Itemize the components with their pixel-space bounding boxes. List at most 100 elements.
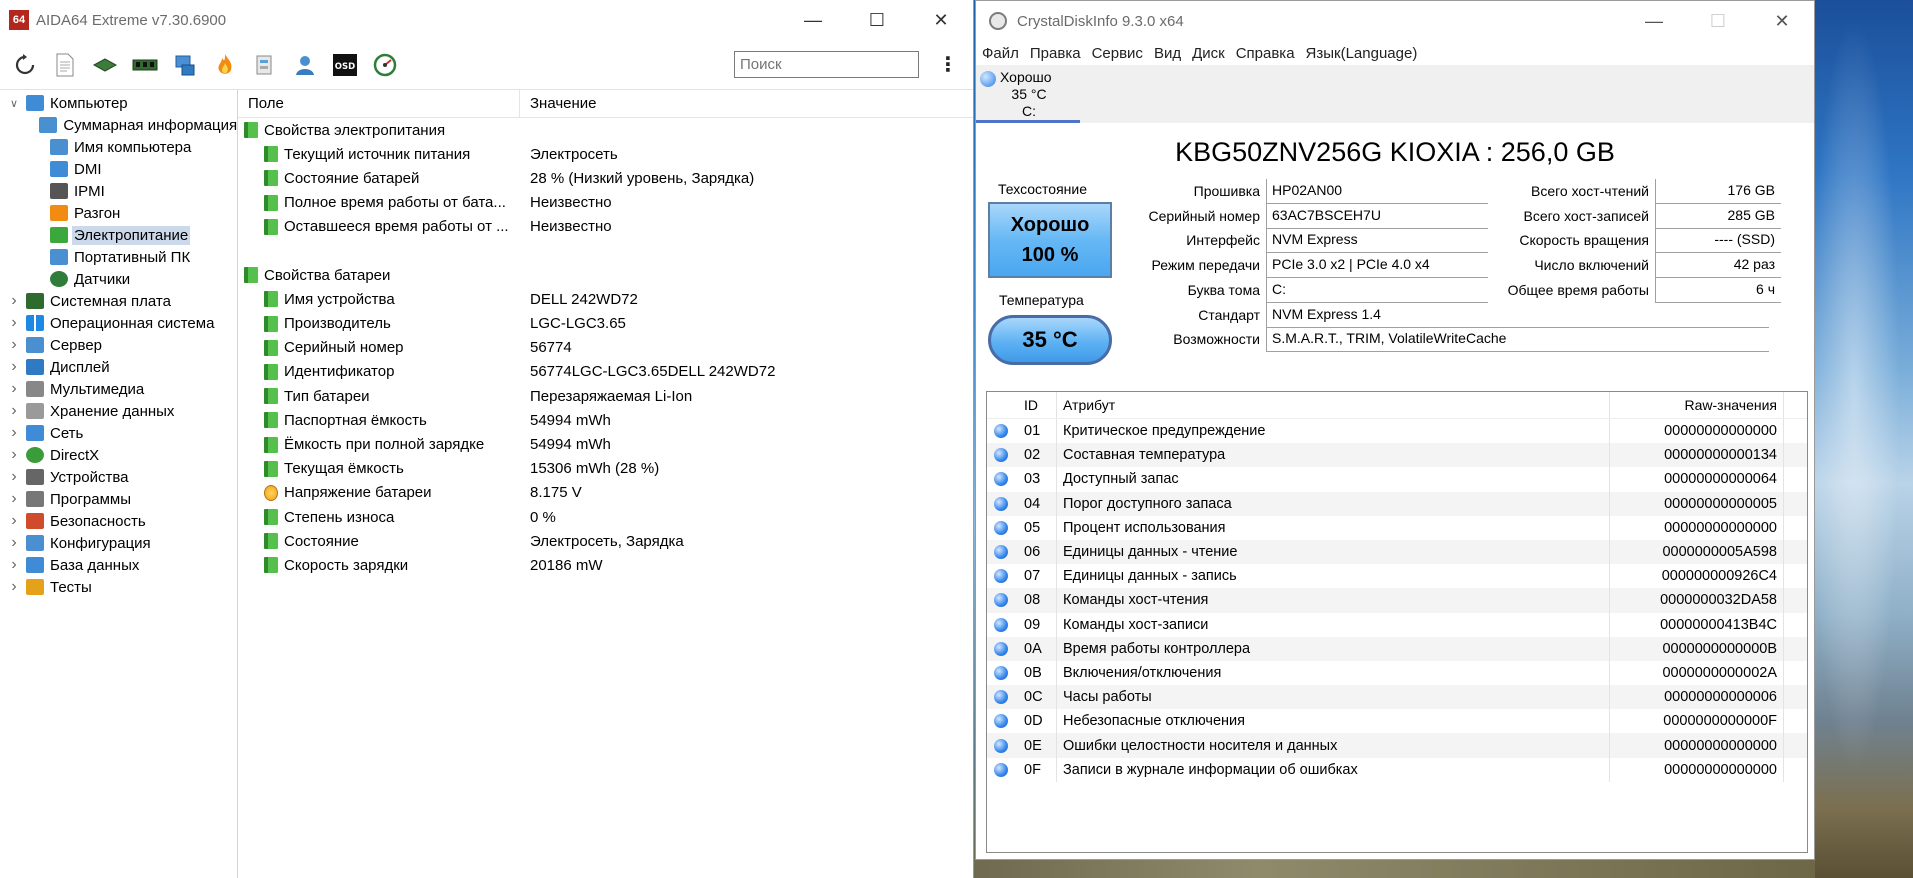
tree-item-config[interactable]: › Конфигурация — [0, 532, 237, 554]
cdi-close-button[interactable]: ✕ — [1750, 1, 1814, 41]
expand-right-icon[interactable]: › — [6, 424, 22, 442]
grid-row[interactable]: Текущая ёмкость 15306 mWh (28 %) — [238, 457, 973, 481]
tree-item-power[interactable]: ›Электропитание — [0, 224, 237, 246]
grid-row[interactable]: Имя устройства DELL 242WD72 — [238, 287, 973, 311]
minimize-button[interactable]: — — [781, 0, 845, 40]
expand-right-icon[interactable]: › — [6, 512, 22, 530]
grid-group-row[interactable]: Свойства батареи — [238, 263, 973, 287]
grid-row[interactable]: Тип батареи Перезаряжаемая Li-Ion — [238, 384, 973, 408]
report-icon[interactable] — [52, 52, 78, 78]
health-status-button[interactable]: Хорошо 100 % — [988, 202, 1112, 278]
expand-down-icon[interactable]: ∨ — [6, 97, 22, 110]
expand-right-icon[interactable]: › — [6, 534, 22, 552]
grid-row[interactable]: Ёмкость при полной зарядке 54994 mWh — [238, 432, 973, 456]
grid-row[interactable]: Напряжение батареи 8.175 V — [238, 481, 973, 505]
tree-item-dmi[interactable]: ›DMI — [0, 158, 237, 180]
tree-item-server[interactable]: › Сервер — [0, 334, 237, 356]
attr-row[interactable]: 0E Ошибки целостности носителя и данных 00… — [987, 733, 1807, 758]
user-icon[interactable] — [292, 52, 318, 78]
osd-icon[interactable]: OSD — [332, 52, 358, 78]
tree-item-laptop[interactable]: ›Портативный ПК — [0, 246, 237, 268]
grid-row[interactable]: Текущий источник питания Электросеть — [238, 142, 973, 166]
attr-row[interactable]: 07 Единицы данных - запись 000000000926C4 — [987, 564, 1807, 589]
attr-row[interactable]: 0D Небезопасные отключения 0000000000000F — [987, 709, 1807, 734]
menu-item-2[interactable]: Сервис — [1092, 45, 1143, 62]
tree-item-benchmark[interactable]: › Тесты — [0, 576, 237, 598]
tree-item-programs[interactable]: › Программы — [0, 488, 237, 510]
search-input[interactable] — [734, 51, 919, 78]
grid-row[interactable]: Скорость зарядки 20186 mW — [238, 553, 973, 577]
memory-icon[interactable] — [132, 52, 158, 78]
attr-header-name[interactable]: Атрибут — [1057, 392, 1610, 418]
flame-icon[interactable] — [212, 52, 238, 78]
network-toolbar-icon[interactable] — [172, 52, 198, 78]
tree-item-database[interactable]: › База данных — [0, 554, 237, 576]
grid-row[interactable]: Оставшееся время работы от ... Неизвестно — [238, 215, 973, 239]
tree-item-display[interactable]: › Дисплей — [0, 356, 237, 378]
gauge-icon[interactable] — [372, 52, 398, 78]
disk-tab-c[interactable]: Хорошо 35 °C C: — [980, 69, 1078, 119]
grid-row[interactable]: Производитель LGC-LGC3.65 — [238, 312, 973, 336]
tree-item-storage[interactable]: › Хранение данных — [0, 400, 237, 422]
tree-item-computer[interactable]: ∨ Компьютер — [0, 92, 237, 114]
attr-header-raw[interactable]: Raw-значения — [1610, 392, 1784, 418]
grid-row[interactable]: Состояние Электросеть, Зарядка — [238, 529, 973, 553]
grid-row[interactable]: Идентификатор 56774LGC-LGC3.65DELL 242WD7… — [238, 360, 973, 384]
expand-right-icon[interactable]: › — [6, 446, 22, 464]
expand-right-icon[interactable]: › — [6, 468, 22, 486]
tree-item-sensor[interactable]: ›Датчики — [0, 268, 237, 290]
temperature-button[interactable]: 35 °C — [988, 315, 1112, 365]
cdi-maximize-button[interactable]: ☐ — [1686, 1, 1750, 41]
attr-row[interactable]: 0A Время работы контроллера 0000000000000B — [987, 636, 1807, 661]
expand-right-icon[interactable]: › — [6, 380, 22, 398]
tree-item-computer-name[interactable]: ›Имя компьютера — [0, 136, 237, 158]
tree-item-devices[interactable]: › Устройства — [0, 466, 237, 488]
attr-row[interactable]: 0B Включения/отключения 0000000000002A — [987, 660, 1807, 686]
tree-item-overclock[interactable]: ›Разгон — [0, 202, 237, 224]
grid-row[interactable]: Степень износа 0 % — [238, 505, 973, 529]
tree-item-security[interactable]: › Безопасность — [0, 510, 237, 532]
motherboard-toolbar-icon[interactable] — [92, 52, 118, 78]
expand-right-icon[interactable]: › — [6, 358, 22, 376]
expand-right-icon[interactable]: › — [6, 402, 22, 420]
attr-row[interactable]: 01 Критическое предупреждение 000000000000… — [987, 419, 1807, 444]
expand-right-icon[interactable]: › — [6, 490, 22, 508]
grid-row[interactable]: Полное время работы от бата... Неизвестно — [238, 191, 973, 215]
attr-row[interactable]: 06 Единицы данных - чтение 0000000005A598 — [987, 539, 1807, 565]
maximize-button[interactable]: ☐ — [845, 0, 909, 40]
column-header-field[interactable]: Поле — [238, 90, 520, 117]
close-button[interactable]: ✕ — [909, 0, 973, 40]
expand-right-icon[interactable]: › — [6, 556, 22, 574]
menu-item-4[interactable]: Диск — [1192, 45, 1225, 62]
tools-icon[interactable] — [252, 52, 278, 78]
grid-row[interactable]: Состояние батарей 28 % (Низкий уровень, З… — [238, 166, 973, 190]
tree-item-ipmi[interactable]: ›IPMI — [0, 180, 237, 202]
more-menu-icon[interactable]: ⋮ — [935, 55, 961, 75]
column-header-value[interactable]: Значение — [520, 95, 597, 112]
menu-item-5[interactable]: Справка — [1236, 45, 1295, 62]
tree-item-directx[interactable]: › DirectX — [0, 444, 237, 466]
menu-item-1[interactable]: Правка — [1030, 45, 1081, 62]
expand-right-icon[interactable]: › — [6, 314, 22, 332]
tree-item-windows[interactable]: › Операционная система — [0, 312, 237, 334]
menu-item-6[interactable]: Язык(Language) — [1306, 45, 1418, 62]
attr-row[interactable]: 0F Записи в журнале информации об ошибках… — [987, 757, 1807, 782]
cdi-minimize-button[interactable]: — — [1622, 1, 1686, 41]
expand-right-icon[interactable]: › — [6, 336, 22, 354]
grid-row[interactable]: Паспортная ёмкость 54994 mWh — [238, 408, 973, 432]
grid-row[interactable]: Серийный номер 56774 — [238, 336, 973, 360]
attr-row[interactable]: 02 Составная температура 00000000000134 — [987, 443, 1807, 468]
expand-right-icon[interactable]: › — [6, 292, 22, 310]
attr-row[interactable]: 08 Команды хост-чтения 0000000032DA58 — [987, 588, 1807, 613]
expand-right-icon[interactable]: › — [6, 578, 22, 596]
attr-row[interactable]: 09 Команды хост-записи 00000000413B4C — [987, 612, 1807, 637]
grid-group-row[interactable]: Свойства электропитания — [238, 118, 973, 142]
attr-row[interactable]: 05 Процент использования 00000000000000 — [987, 515, 1807, 540]
menu-item-0[interactable]: Файл — [982, 45, 1019, 62]
tree-item-summary[interactable]: ›Суммарная информация — [0, 114, 237, 136]
attr-row[interactable]: 03 Доступный запас 00000000000064 — [987, 467, 1807, 492]
menu-item-3[interactable]: Вид — [1154, 45, 1181, 62]
attr-row[interactable]: 0C Часы работы 00000000000006 — [987, 685, 1807, 710]
refresh-icon[interactable] — [12, 52, 38, 78]
tree-item-network[interactable]: › Сеть — [0, 422, 237, 444]
